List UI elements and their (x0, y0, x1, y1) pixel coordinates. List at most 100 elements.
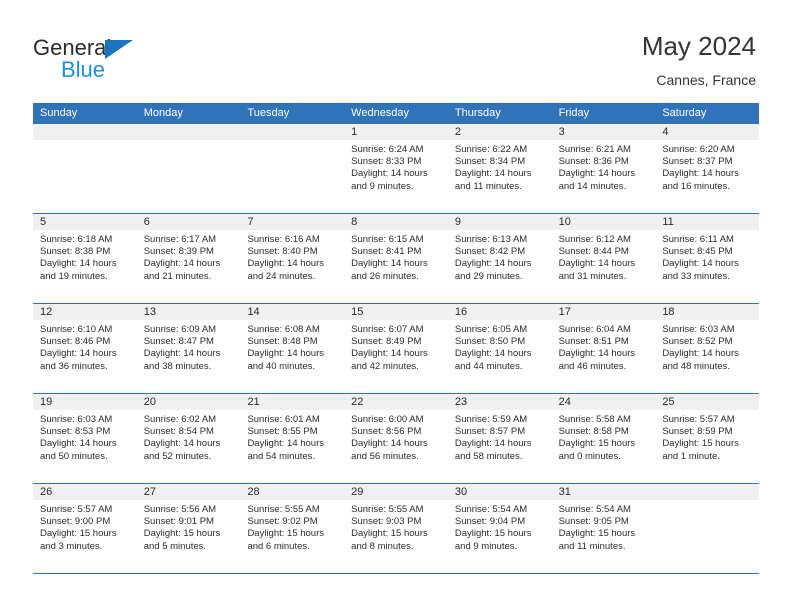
day-cell[interactable]: 25 Sunrise: 5:57 AM Sunset: 8:59 PM Dayligh… (655, 394, 760, 483)
daylight-text-line2: and 24 minutes. (247, 270, 316, 282)
day-cell[interactable]: 30 Sunrise: 5:54 AM Sunset: 9:04 PM Dayligh… (447, 484, 552, 573)
sunset-text: Sunset: 8:37 PM (662, 156, 733, 168)
daylight-text-line2: and 3 minutes. (40, 540, 103, 552)
calendar-week-row: 19 Sunrise: 6:03 AM Sunset: 8:53 PM Dayligh… (33, 394, 760, 484)
day-number: 15 (351, 306, 364, 318)
day-number-band (655, 484, 760, 500)
day-cell[interactable]: 18 Sunrise: 6:03 AM Sunset: 8:52 PM Dayligh… (655, 304, 760, 393)
day-sun-info: Sunrise: 6:03 AM Sunset: 8:52 PM Daylight:… (655, 320, 759, 373)
day-number-band: 30 (447, 484, 552, 500)
day-sun-info: Sunrise: 5:58 AM Sunset: 8:58 PM Daylight:… (552, 410, 656, 463)
day-cell[interactable]: 8 Sunrise: 6:15 AM Sunset: 8:41 PM Daylight… (344, 214, 448, 303)
day-cell[interactable]: 23 Sunrise: 5:59 AM Sunset: 8:57 PM Dayligh… (447, 394, 552, 483)
daylight-text-line2: and 0 minutes. (558, 450, 621, 462)
daylight-text-line1: Daylight: 15 hours (558, 528, 636, 540)
daylight-text-line1: Daylight: 15 hours (558, 438, 636, 450)
daylight-text-line2: and 48 minutes. (662, 360, 730, 372)
sunset-text: Sunset: 8:44 PM (558, 246, 629, 258)
day-cell[interactable]: 6 Sunrise: 6:17 AM Sunset: 8:39 PM Daylight… (136, 214, 241, 303)
day-sun-info: Sunrise: 6:15 AM Sunset: 8:41 PM Daylight:… (344, 230, 448, 283)
day-cell[interactable]: 14 Sunrise: 6:08 AM Sunset: 8:48 PM Dayligh… (240, 304, 345, 393)
day-cell[interactable]: 7 Sunrise: 6:16 AM Sunset: 8:40 PM Daylight… (240, 214, 345, 303)
day-cell[interactable]: 27 Sunrise: 5:56 AM Sunset: 9:01 PM Dayligh… (136, 484, 241, 573)
day-number-band: 22 (344, 394, 448, 410)
daylight-text-line2: and 6 minutes. (247, 540, 310, 552)
day-number-band: 3 (551, 124, 656, 140)
daylight-text-line1: Daylight: 15 hours (40, 528, 117, 540)
daylight-text-line2: and 36 minutes. (40, 360, 108, 372)
day-cell[interactable]: 17 Sunrise: 6:04 AM Sunset: 8:51 PM Dayligh… (551, 304, 656, 393)
day-cell[interactable]: 3 Sunrise: 6:21 AM Sunset: 8:36 PM Daylight… (551, 124, 656, 213)
day-sun-info: Sunrise: 6:04 AM Sunset: 8:51 PM Daylight:… (552, 320, 656, 373)
day-number-band: 10 (551, 214, 656, 230)
daylight-text-line2: and 58 minutes. (454, 450, 523, 462)
day-cell[interactable]: 2 Sunrise: 6:22 AM Sunset: 8:34 PM Daylight… (447, 124, 552, 213)
day-number-band: 23 (447, 394, 552, 410)
sunrise-text: Sunrise: 6:16 AM (247, 234, 320, 245)
day-number: 2 (454, 126, 461, 138)
daylight-text-line2: and 21 minutes. (143, 270, 212, 282)
daylight-text-line2: and 26 minutes. (351, 270, 419, 282)
sunrise-text: Sunrise: 6:03 AM (40, 414, 113, 425)
sunset-text: Sunset: 9:01 PM (143, 516, 214, 528)
day-number: 23 (454, 396, 468, 408)
weekday-tuesday: Tuesday (247, 107, 290, 119)
day-number-band: 2 (447, 124, 552, 140)
calendar-week-row: 1 Sunrise: 6:24 AM Sunset: 8:33 PM Daylight… (33, 124, 760, 214)
daylight-text-line2: and 56 minutes. (351, 450, 419, 462)
day-cell[interactable]: 16 Sunrise: 6:05 AM Sunset: 8:50 PM Dayligh… (447, 304, 552, 393)
day-cell[interactable]: 31 Sunrise: 5:54 AM Sunset: 9:05 PM Dayligh… (551, 484, 656, 573)
day-cell[interactable]: 12 Sunrise: 6:10 AM Sunset: 8:46 PM Dayligh… (33, 304, 137, 393)
sunset-text: Sunset: 8:55 PM (247, 426, 318, 438)
sunrise-text: Sunrise: 6:24 AM (351, 144, 424, 155)
day-number: 14 (247, 306, 260, 318)
sunrise-text: Sunrise: 6:11 AM (662, 234, 734, 245)
day-number-band: 12 (33, 304, 137, 320)
day-cell[interactable]: 9 Sunrise: 6:13 AM Sunset: 8:42 PM Daylight… (447, 214, 552, 303)
day-cell[interactable]: 29 Sunrise: 5:55 AM Sunset: 9:03 PM Dayligh… (344, 484, 448, 573)
day-number: 28 (247, 486, 260, 498)
sunrise-text: Sunrise: 6:09 AM (143, 324, 217, 335)
day-cell[interactable]: 5 Sunrise: 6:18 AM Sunset: 8:38 PM Daylight… (33, 214, 137, 303)
daylight-text-line2: and 46 minutes. (558, 360, 627, 372)
sunrise-text: Sunrise: 6:00 AM (351, 414, 424, 425)
day-cell[interactable]: 22 Sunrise: 6:00 AM Sunset: 8:56 PM Dayligh… (344, 394, 448, 483)
day-number-band: 5 (33, 214, 137, 230)
day-cell[interactable]: 20 Sunrise: 6:02 AM Sunset: 8:54 PM Dayligh… (136, 394, 241, 483)
general-blue-logo: General Blue (33, 36, 193, 86)
day-number: 6 (143, 216, 150, 228)
day-cell[interactable]: 10 Sunrise: 6:12 AM Sunset: 8:44 PM Dayligh… (551, 214, 656, 303)
day-number: 11 (662, 216, 674, 228)
title-block: May 2024 Cannes, France (642, 30, 756, 90)
day-sun-info: Sunrise: 5:57 AM Sunset: 9:00 PM Daylight:… (33, 500, 137, 553)
page-header: General Blue May 2024 Cannes, France (0, 0, 792, 100)
daylight-text-line1: Daylight: 14 hours (662, 348, 739, 360)
day-cell[interactable]: 26 Sunrise: 5:57 AM Sunset: 9:00 PM Dayligh… (33, 484, 137, 573)
daylight-text-line1: Daylight: 14 hours (351, 348, 428, 360)
sunset-text: Sunset: 8:33 PM (351, 156, 422, 168)
day-number-band: 11 (655, 214, 760, 230)
day-number: 7 (247, 216, 254, 228)
day-cell[interactable]: 13 Sunrise: 6:09 AM Sunset: 8:47 PM Dayligh… (136, 304, 241, 393)
day-cell[interactable]: 24 Sunrise: 5:58 AM Sunset: 8:58 PM Dayligh… (551, 394, 656, 483)
sunset-text: Sunset: 8:58 PM (558, 426, 629, 438)
page-title: May 2024 (641, 31, 756, 61)
daylight-text-line1: Daylight: 14 hours (454, 348, 532, 360)
day-sun-info: Sunrise: 6:10 AM Sunset: 8:46 PM Daylight:… (33, 320, 137, 373)
day-sun-info: Sunrise: 5:55 AM Sunset: 9:02 PM Daylight:… (240, 500, 344, 553)
day-cell[interactable]: 21 Sunrise: 6:01 AM Sunset: 8:55 PM Dayligh… (240, 394, 345, 483)
day-cell[interactable]: 1 Sunrise: 6:24 AM Sunset: 8:33 PM Daylight… (344, 124, 448, 213)
sunset-text: Sunset: 8:42 PM (454, 246, 526, 258)
sunset-text: Sunset: 8:49 PM (351, 336, 422, 348)
day-number: 18 (662, 306, 675, 318)
day-cell[interactable]: 4 Sunrise: 6:20 AM Sunset: 8:37 PM Daylight… (655, 124, 760, 213)
sunset-text: Sunset: 9:00 PM (40, 516, 111, 528)
sunrise-text: Sunrise: 6:20 AM (662, 144, 735, 155)
day-cell[interactable]: 15 Sunrise: 6:07 AM Sunset: 8:49 PM Dayligh… (344, 304, 448, 393)
sunrise-text: Sunrise: 6:04 AM (558, 324, 631, 335)
day-cell[interactable]: 19 Sunrise: 6:03 AM Sunset: 8:53 PM Dayligh… (33, 394, 137, 483)
daylight-text-line2: and 33 minutes. (662, 270, 730, 282)
day-cell[interactable]: 11 Sunrise: 6:11 AM Sunset: 8:45 PM Dayligh… (655, 214, 760, 303)
day-cell-empty (33, 124, 137, 213)
day-cell[interactable]: 28 Sunrise: 5:55 AM Sunset: 9:02 PM Dayligh… (240, 484, 345, 573)
